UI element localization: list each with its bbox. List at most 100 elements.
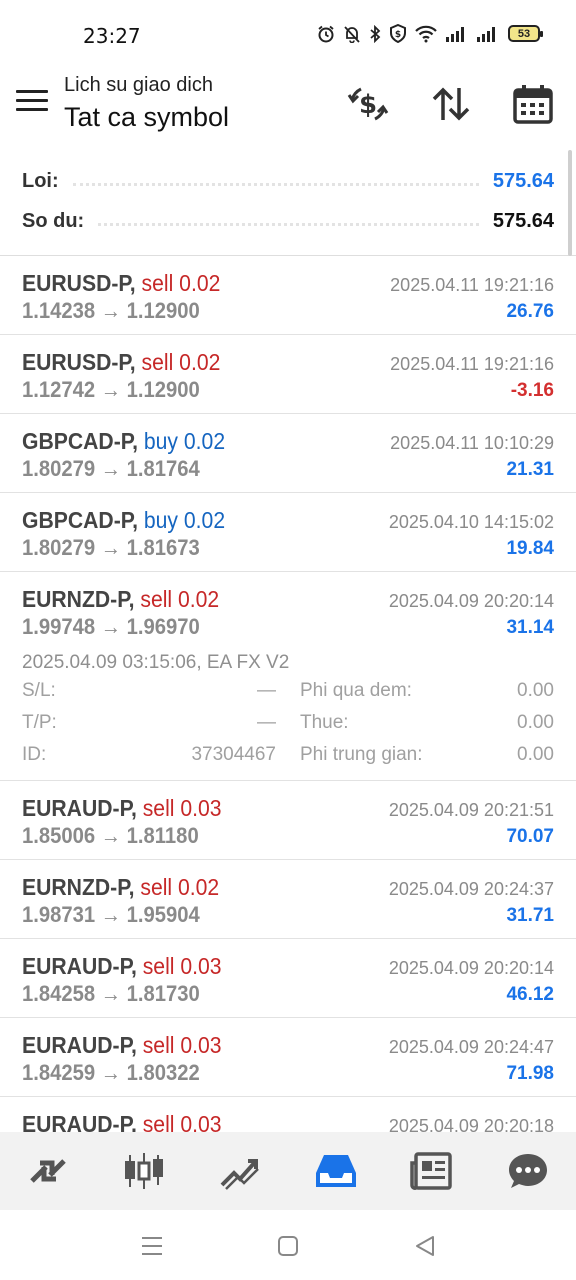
- trade-open-info: 2025.04.09 03:15:06, EA FX V2: [22, 652, 290, 673]
- trade-side: sell: [141, 270, 174, 296]
- trade-prices: 1.84258 → 1.81730: [22, 981, 200, 1006]
- back-icon[interactable]: [411, 1232, 439, 1260]
- system-navigation: [0, 1210, 576, 1280]
- dotted-leader: [98, 216, 479, 226]
- trade-profit: 46.12: [506, 984, 554, 1005]
- header-subtitle: Lich su giao dich: [64, 74, 213, 96]
- trade-time: 2025.04.11 19:21:16: [390, 275, 554, 295]
- trade-row[interactable]: EURUSD-P, sell 0.02 1.12742 → 1.12900 20…: [0, 335, 576, 414]
- balance-value: 575.64: [492, 209, 554, 232]
- commission-value: 0.00: [517, 744, 554, 765]
- trade-time: 2025.04.09 20:24:37: [388, 879, 554, 899]
- sl-label: S/L:: [22, 680, 56, 701]
- scrollbar[interactable]: [568, 150, 572, 256]
- trade-history-list[interactable]: EURUSD-P, sell 0.02 1.14238 → 1.12900 20…: [0, 256, 576, 1132]
- trade-side: sell: [141, 349, 174, 375]
- svg-text:$: $: [359, 90, 377, 120]
- signal-icon: [477, 26, 495, 42]
- bottom-navigation: [0, 1132, 576, 1210]
- calendar-icon[interactable]: [511, 82, 555, 126]
- trade-time: 2025.04.11 10:10:29: [390, 433, 554, 453]
- trade-row[interactable]: GBPCAD-P, buy 0.02 1.80279 → 1.81673 202…: [0, 493, 576, 572]
- trade-volume: 0.03: [180, 795, 222, 821]
- profit-label: Loi:: [22, 169, 59, 192]
- trade-volume: 0.02: [183, 428, 226, 454]
- wifi-icon: [415, 25, 437, 42]
- trade-prices: 1.85006 → 1.81180: [22, 823, 199, 848]
- trade-time: 2025.04.09 20:20:18: [388, 1116, 554, 1132]
- shield-icon: $: [390, 24, 406, 43]
- detail-row: T/P: — Thue: 0.00: [22, 712, 554, 738]
- trade-profit: 71.98: [506, 1063, 554, 1084]
- trade-row[interactable]: GBPCAD-P, buy 0.02 1.80279 → 1.81764 202…: [0, 414, 576, 493]
- trade-profit: 31.14: [506, 617, 554, 638]
- page-title[interactable]: Tat ca symbol: [64, 102, 229, 133]
- chart-icon[interactable]: [114, 1141, 174, 1201]
- trade-volume: 0.02: [177, 586, 220, 612]
- trade-side: sell: [142, 1032, 175, 1058]
- trade-profit: 21.31: [506, 459, 554, 480]
- trade-time: 2025.04.09 20:24:47: [388, 1037, 554, 1057]
- trade-side: sell: [142, 795, 175, 821]
- trade-symbol: EURUSD-P,: [22, 349, 136, 375]
- trade-time: 2025.04.09 20:20:14: [388, 958, 554, 978]
- trade-time: 2025.04.09 20:20:14: [388, 591, 554, 611]
- news-icon[interactable]: [402, 1141, 462, 1201]
- trade-profit: 31.71: [506, 905, 554, 926]
- trade-row[interactable]: EURAUD-P, sell 0.03 1.85006 → 1.81180 20…: [0, 781, 576, 860]
- trade-volume: 0.03: [180, 953, 222, 979]
- trade-row[interactable]: EURAUD-P, sell 0.03 1.84259 → 1.80322 20…: [0, 1018, 576, 1097]
- balance-row: So du: 575.64: [22, 206, 554, 236]
- trade-prices: 1.80279 → 1.81673: [22, 535, 200, 560]
- balance-label: So du:: [22, 209, 85, 232]
- messages-icon[interactable]: [498, 1141, 558, 1201]
- trade-symbol: EURAUD-P,: [22, 1032, 137, 1058]
- history-icon[interactable]: [306, 1141, 366, 1201]
- quotes-icon[interactable]: [18, 1141, 78, 1201]
- trade-prices: 1.80279 → 1.81764: [22, 456, 200, 481]
- currency-exchange-icon[interactable]: $: [346, 82, 390, 126]
- trade-prices: 1.84259 → 1.80322: [22, 1060, 200, 1085]
- battery-level: 53: [517, 27, 531, 40]
- trade-prices: 1.12742 → 1.12900: [22, 377, 200, 402]
- trade-symbol: EURAUD-P,: [22, 795, 137, 821]
- trade-time: 2025.04.09 20:21:51: [388, 800, 554, 820]
- commission-label: Phi trung gian:: [300, 744, 423, 765]
- app-bar: Lich su giao dich Tat ca symbol $: [0, 70, 576, 150]
- trade-row[interactable]: EURAUD-P, sell 0.03 1.84258 → 1.81730 20…: [0, 939, 576, 1018]
- trade-side: buy: [143, 507, 179, 533]
- id-label: ID:: [22, 744, 47, 765]
- trade-volume: 0.02: [179, 349, 221, 375]
- trade-side: sell: [142, 953, 175, 979]
- trade-volume: 0.02: [183, 507, 226, 533]
- tp-label: T/P:: [22, 712, 57, 733]
- trade-side: sell: [140, 874, 173, 900]
- trade-symbol: EURNZD-P,: [22, 874, 135, 900]
- trade-symbol: GBPCAD-P,: [22, 507, 139, 533]
- trade-symbol: EURAUD-P,: [22, 1111, 137, 1132]
- trade-time: 2025.04.11 19:21:16: [390, 354, 554, 374]
- sort-icon[interactable]: [429, 82, 473, 126]
- trade-prices: 1.14238 → 1.12900: [22, 298, 200, 323]
- trade-profit: 19.84: [506, 538, 554, 559]
- trade-symbol: EURUSD-P,: [22, 270, 136, 296]
- trade-icon[interactable]: [210, 1141, 270, 1201]
- trade-row[interactable]: EURNZD-P, sell 0.02 1.98731 → 1.95904 20…: [0, 860, 576, 939]
- menu-icon[interactable]: [16, 90, 48, 116]
- bluetooth-icon: [370, 24, 381, 43]
- sl-value: —: [257, 680, 276, 701]
- mute-icon: [344, 25, 360, 43]
- trade-row-expanded[interactable]: EURNZD-P, sell 0.02 1.99748 → 1.96970 20…: [0, 572, 576, 781]
- recents-icon[interactable]: [138, 1232, 166, 1260]
- status-time: 23:27: [83, 24, 141, 48]
- detail-row: ID: 37304467 Phi trung gian: 0.00: [22, 744, 554, 770]
- signal-icon: [446, 26, 464, 42]
- trade-row[interactable]: EURAUD-P, sell 0.03 2025.04.09 20:20:18: [0, 1097, 576, 1132]
- trade-row[interactable]: EURUSD-P, sell 0.02 1.14238 → 1.12900 20…: [0, 256, 576, 335]
- summary-panel: Loi: 575.64 So du: 575.64: [0, 160, 576, 256]
- home-icon[interactable]: [274, 1232, 302, 1260]
- trade-volume: 0.03: [180, 1032, 222, 1058]
- trade-time: 2025.04.10 14:15:02: [388, 512, 554, 532]
- tax-value: 0.00: [517, 712, 554, 733]
- id-value: 37304467: [191, 744, 276, 765]
